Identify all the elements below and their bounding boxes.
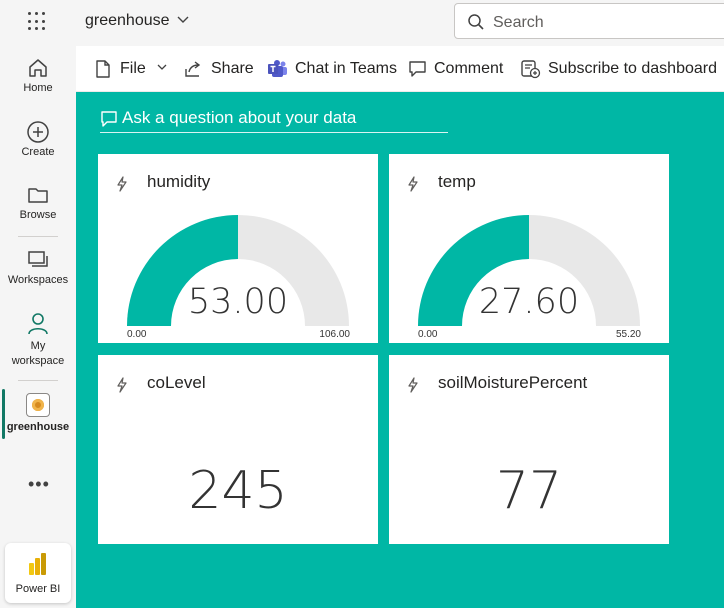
file-label: File [120,60,146,77]
chat-in-teams-button[interactable]: Chat in Teams [267,60,397,78]
gauge-tile-temp[interactable]: temp 27.60 0.00 55.20 [389,154,669,343]
file-icon [96,60,110,78]
gauge-value: 53.00 [187,282,289,322]
powerbi-switcher[interactable]: Power BI [5,543,71,603]
left-nav: Home Create Browse Workspaces My workspa… [0,46,76,608]
person-icon [28,313,48,335]
share-label: Share [211,60,254,77]
subscribe-icon [521,60,541,79]
gauge-min: 0.00 [418,329,438,340]
qa-prompt: Ask a question about your data [122,108,357,127]
lightning-icon [117,377,127,393]
nav-home-label: Home [23,82,53,94]
tile-title: soilMoisturePercent [438,373,588,392]
dashboard-toolbar: File Share Chat in Teams Comment Subscri… [76,46,724,92]
plus-circle-icon [27,121,49,143]
nav-create[interactable]: Create [0,120,76,158]
subscribe-button[interactable]: Subscribe to dashboard [520,60,717,79]
qa-box[interactable]: Ask a question about your data [100,106,448,133]
card-tile-soilmoisture[interactable]: soilMoisturePercent 77 [389,355,669,544]
app-launcher-icon[interactable] [28,12,48,32]
nav-divider [18,236,58,237]
gauge-tile-humidity[interactable]: humidity 53.00 0.00 106.00 [98,154,378,343]
share-button[interactable]: Share [183,60,254,78]
nav-create-label: Create [21,146,55,158]
search-box[interactable] [454,3,724,39]
workspaces-icon [28,251,48,267]
tile-title: coLevel [147,373,206,392]
gauge-max: 106.00 [319,329,350,340]
powerbi-label: Power BI [15,583,61,595]
gauge-value: 27.60 [478,282,580,322]
nav-greenhouse[interactable]: greenhouse [0,393,76,433]
gauge-max: 55.20 [615,329,641,340]
workspace-icon [26,393,50,417]
nav-browse-label: Browse [19,209,57,221]
lightning-icon [408,377,418,393]
search-input[interactable] [491,12,724,34]
subscribe-label: Subscribe to dashboard [548,60,717,77]
share-icon [185,61,201,77]
more-icon[interactable]: ••• [28,474,50,495]
nav-home[interactable]: Home [0,56,76,94]
card-value: 77 [495,461,563,521]
search-icon [468,14,484,30]
home-icon [29,59,47,77]
file-menu-button[interactable]: File [94,60,167,78]
chat-bubble-icon [101,111,117,127]
workspace-title[interactable]: greenhouse [85,12,170,30]
card-tile-colevel[interactable]: coLevel 245 [98,355,378,544]
folder-icon [28,188,48,203]
nav-workspaces[interactable]: Workspaces [0,248,76,286]
nav-browse[interactable]: Browse [0,183,76,221]
nav-my-workspace-label: My workspace [11,340,65,367]
chevron-down-icon [157,64,167,70]
comment-label: Comment [434,60,504,77]
chat-label: Chat in Teams [295,60,397,77]
chevron-down-icon[interactable] [176,12,190,26]
card-value: 245 [188,461,288,521]
top-bar: greenhouse [0,0,724,46]
nav-divider [18,380,58,381]
gauge-min: 0.00 [127,329,147,340]
dashboard-canvas: Ask a question about your data humidity … [76,92,724,608]
comment-icon [409,61,426,77]
nav-greenhouse-label: greenhouse [6,421,70,433]
nav-my-workspace[interactable]: My workspace [0,311,76,369]
nav-workspaces-label: Workspaces [7,274,69,286]
comment-button[interactable]: Comment [408,60,503,78]
powerbi-logo-icon [29,553,46,575]
teams-icon [268,60,287,77]
